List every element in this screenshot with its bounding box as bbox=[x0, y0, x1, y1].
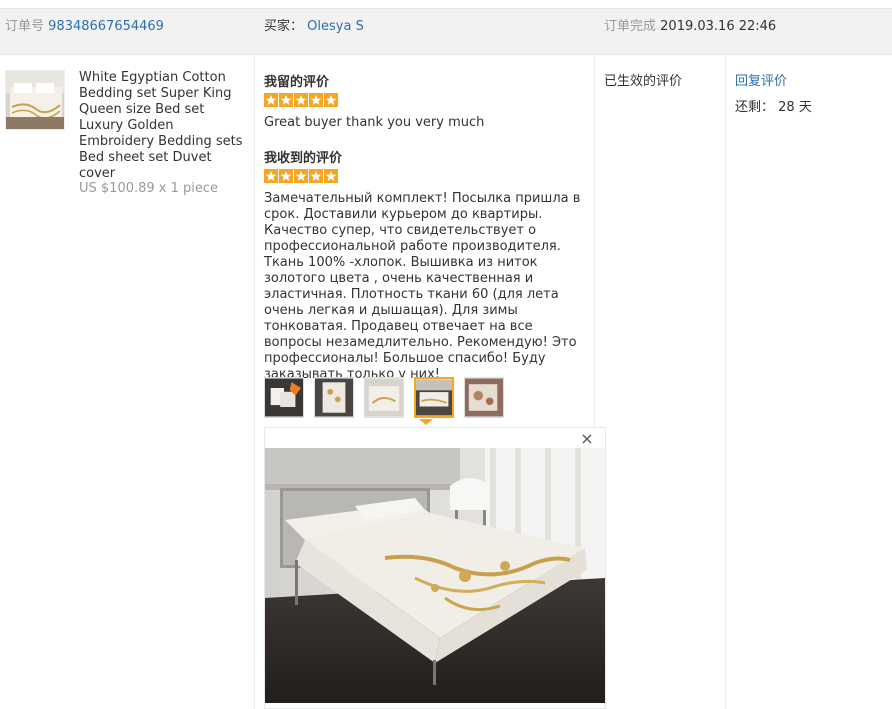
review-photo-thumb[interactable] bbox=[364, 377, 404, 418]
buyer-field: 买家： Olesya S bbox=[264, 15, 364, 34]
order-completed-label: 订单完成 bbox=[604, 19, 657, 34]
star-icon bbox=[324, 169, 338, 183]
received-review-text: Замечательный комплект! Посылка пришла в… bbox=[264, 191, 581, 382]
review-status: 已生效的评价 bbox=[604, 74, 683, 89]
column-divider bbox=[254, 56, 255, 709]
star-icon bbox=[324, 93, 338, 107]
product-title-link[interactable]: White Egyptian Cotton Bedding set Super … bbox=[79, 70, 249, 182]
review-photo-thumb[interactable] bbox=[314, 377, 354, 418]
review-photo-thumb-active[interactable] bbox=[414, 377, 454, 418]
review-photo-strip bbox=[264, 377, 504, 418]
received-review-stars bbox=[264, 169, 338, 183]
active-photo-caret bbox=[419, 419, 433, 425]
buyer-label: 买家： bbox=[264, 19, 304, 34]
star-icon bbox=[264, 169, 278, 183]
my-review-title: 我留的评价 bbox=[264, 75, 330, 90]
star-icon bbox=[309, 93, 323, 107]
column-divider bbox=[725, 56, 726, 709]
order-number-link[interactable]: 98348667654469 bbox=[48, 19, 164, 34]
remaining-label: 还剩： bbox=[735, 100, 775, 115]
my-review-text: Great buyer thank you very much bbox=[264, 115, 485, 130]
product-thumbnail[interactable] bbox=[5, 70, 65, 130]
received-review-title: 我收到的评价 bbox=[264, 151, 343, 166]
remaining-days: 还剩： 28 天 bbox=[735, 96, 812, 115]
remaining-value: 28 天 bbox=[778, 100, 812, 115]
review-photo-thumb[interactable] bbox=[464, 377, 504, 418]
review-photo-preview[interactable] bbox=[265, 448, 605, 703]
review-photo-thumb[interactable] bbox=[264, 377, 304, 418]
star-icon bbox=[294, 169, 308, 183]
close-preview-button[interactable]: × bbox=[580, 431, 594, 447]
reply-review-link[interactable]: 回复评价 bbox=[735, 70, 787, 89]
star-icon bbox=[279, 93, 293, 107]
order-completed-time: 2019.03.16 22:46 bbox=[660, 19, 777, 34]
star-icon bbox=[264, 93, 278, 107]
my-review-stars bbox=[264, 93, 338, 107]
order-number-label: 订单号 bbox=[5, 19, 45, 34]
order-number-field: 订单号 98348667654469 bbox=[5, 15, 164, 34]
star-icon bbox=[309, 169, 323, 183]
buyer-name-link[interactable]: Olesya S bbox=[307, 19, 364, 34]
order-completed-field: 订单完成 2019.03.16 22:46 bbox=[604, 15, 776, 34]
star-icon bbox=[294, 93, 308, 107]
star-icon bbox=[279, 169, 293, 183]
product-price: US $100.89 x 1 piece bbox=[79, 181, 219, 196]
